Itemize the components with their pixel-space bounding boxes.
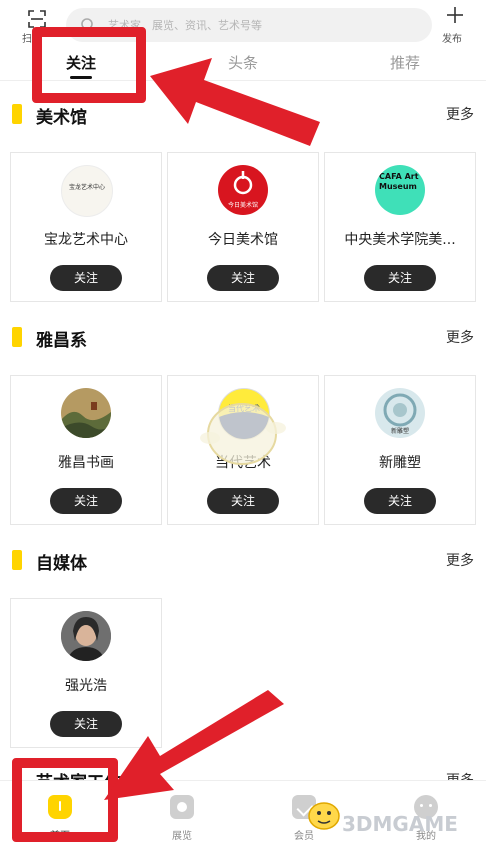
section-title: 美术馆 — [36, 108, 87, 128]
scan-label: 扫 — [22, 34, 32, 45]
more-link[interactable]: 更多 — [446, 104, 474, 124]
avatar — [61, 388, 111, 438]
highlight-box-tab — [32, 27, 146, 103]
follow-card[interactable]: 雅昌书画 关注 — [10, 375, 162, 525]
nav-label: 展览 — [172, 831, 192, 842]
logo-text: CAFA Art Museum — [379, 172, 419, 191]
section-header-artron: 雅昌系 更多 — [0, 325, 486, 351]
watermark: 3DMGAME — [342, 812, 458, 836]
card-name: 中央美术学院美... — [344, 232, 456, 248]
more-link[interactable]: 更多 — [446, 327, 474, 347]
plus-icon — [447, 7, 463, 23]
mascot-overlay-icon — [200, 403, 286, 465]
follow-button[interactable]: 关注 — [207, 488, 279, 514]
section-title: 自媒体 — [36, 554, 87, 574]
follow-card[interactable]: CAFA Art Museum 中央美术学院美... 关注 — [324, 152, 476, 302]
watermark-mascot-icon — [308, 802, 340, 830]
follow-button[interactable]: 关注 — [364, 488, 436, 514]
highlight-box-home — [12, 758, 118, 842]
avatar: 新雕塑 — [375, 388, 425, 438]
logo-text: 今日美术馆 — [227, 202, 258, 209]
follow-button[interactable]: 关注 — [364, 265, 436, 291]
section-marker — [12, 550, 22, 570]
card-name: 雅昌书画 — [58, 455, 114, 471]
avatar — [61, 611, 111, 661]
avatar: 今日美术馆 — [218, 165, 268, 215]
avatar: CAFA Art Museum — [375, 165, 425, 215]
card-name: 新雕塑 — [379, 455, 421, 471]
card-name: 今日美术馆 — [208, 232, 278, 248]
tab-recommended[interactable]: 推荐 — [390, 52, 420, 73]
person-photo — [61, 611, 111, 661]
follow-card[interactable]: 新雕塑 新雕塑 关注 — [324, 375, 476, 525]
more-link[interactable]: 更多 — [446, 550, 474, 570]
arrow-annotation-icon — [104, 690, 284, 800]
follow-card[interactable]: 宝龙艺术中心 宝龙艺术中心 关注 — [10, 152, 162, 302]
logo-text: 宝龙艺术中心 — [68, 184, 105, 191]
publish-label: 发布 — [442, 34, 462, 45]
card-name: 宝龙艺术中心 — [44, 232, 128, 248]
follow-button[interactable]: 关注 — [50, 488, 122, 514]
section-marker — [12, 104, 22, 124]
logo-mark-icon — [233, 171, 253, 195]
section-marker — [12, 327, 22, 347]
follow-button[interactable]: 关注 — [207, 265, 279, 291]
follow-card[interactable]: 今日美术馆 今日美术馆 关注 — [167, 152, 319, 302]
avatar: 宝龙艺术中心 — [61, 165, 113, 217]
arrow-annotation-icon — [150, 58, 320, 146]
follow-button[interactable]: 关注 — [50, 265, 122, 291]
publish-button[interactable]: 发布 — [440, 6, 470, 45]
logo-text: 新雕塑 — [390, 428, 409, 435]
painting-icon — [61, 402, 111, 438]
scan-icon — [28, 10, 46, 28]
section-header-media: 自媒体 更多 — [0, 548, 486, 574]
section-title: 雅昌系 — [36, 331, 87, 351]
